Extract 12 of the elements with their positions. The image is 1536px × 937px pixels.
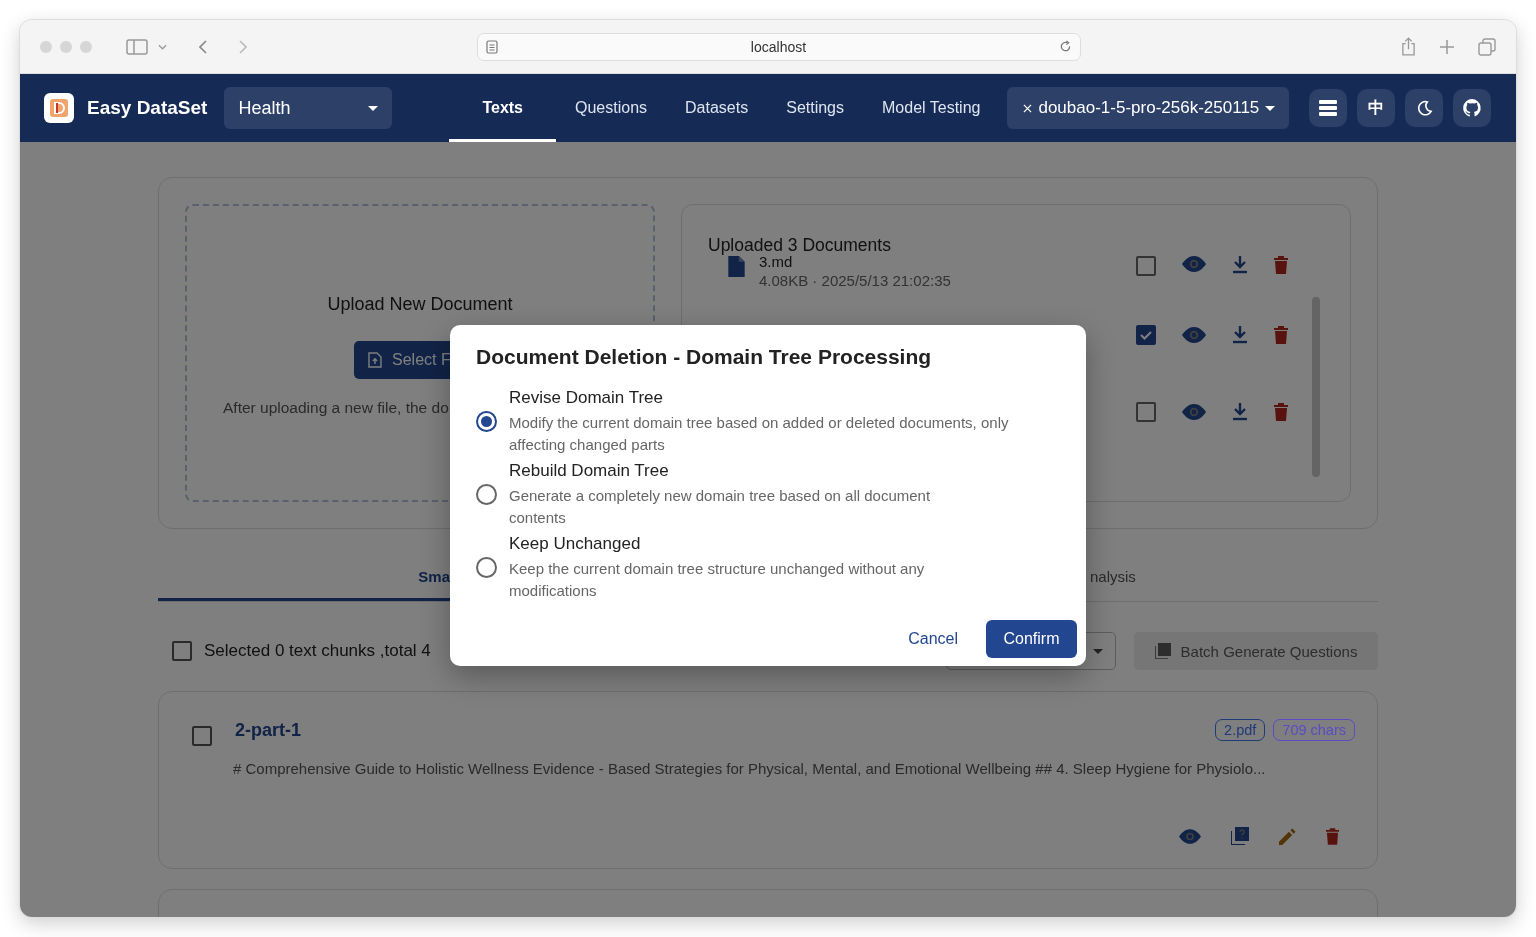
- tag: 2.pdf: [1215, 719, 1266, 741]
- upload-hint: After uploading a new file, the do: [223, 399, 449, 417]
- documents-title: Uploaded 3 Documents: [708, 235, 892, 256]
- option-title: Keep Unchanged: [509, 533, 642, 555]
- app-title: Easy DataSet: [87, 97, 208, 119]
- selection-count: Selected 0 text chunks ,total 4: [204, 641, 431, 661]
- upload-title: Upload New Document: [327, 294, 513, 315]
- option-description: Keep the current domain tree structure unchanged without any modifications: [509, 559, 926, 601]
- chunk-content: # Comprehensive Guide to Holistic Wellness Evidence - Based Strategies for Physical, Mental, and Emotional Wellbeing ## 4. Sleep Hygiene for Physiolo...: [233, 760, 1267, 777]
- document-meta: 4.08KB · 2025/5/13 21:02:35: [759, 272, 951, 289]
- document-name: 3.md: [759, 256, 794, 268]
- tag: 709 chars: [1273, 719, 1355, 741]
